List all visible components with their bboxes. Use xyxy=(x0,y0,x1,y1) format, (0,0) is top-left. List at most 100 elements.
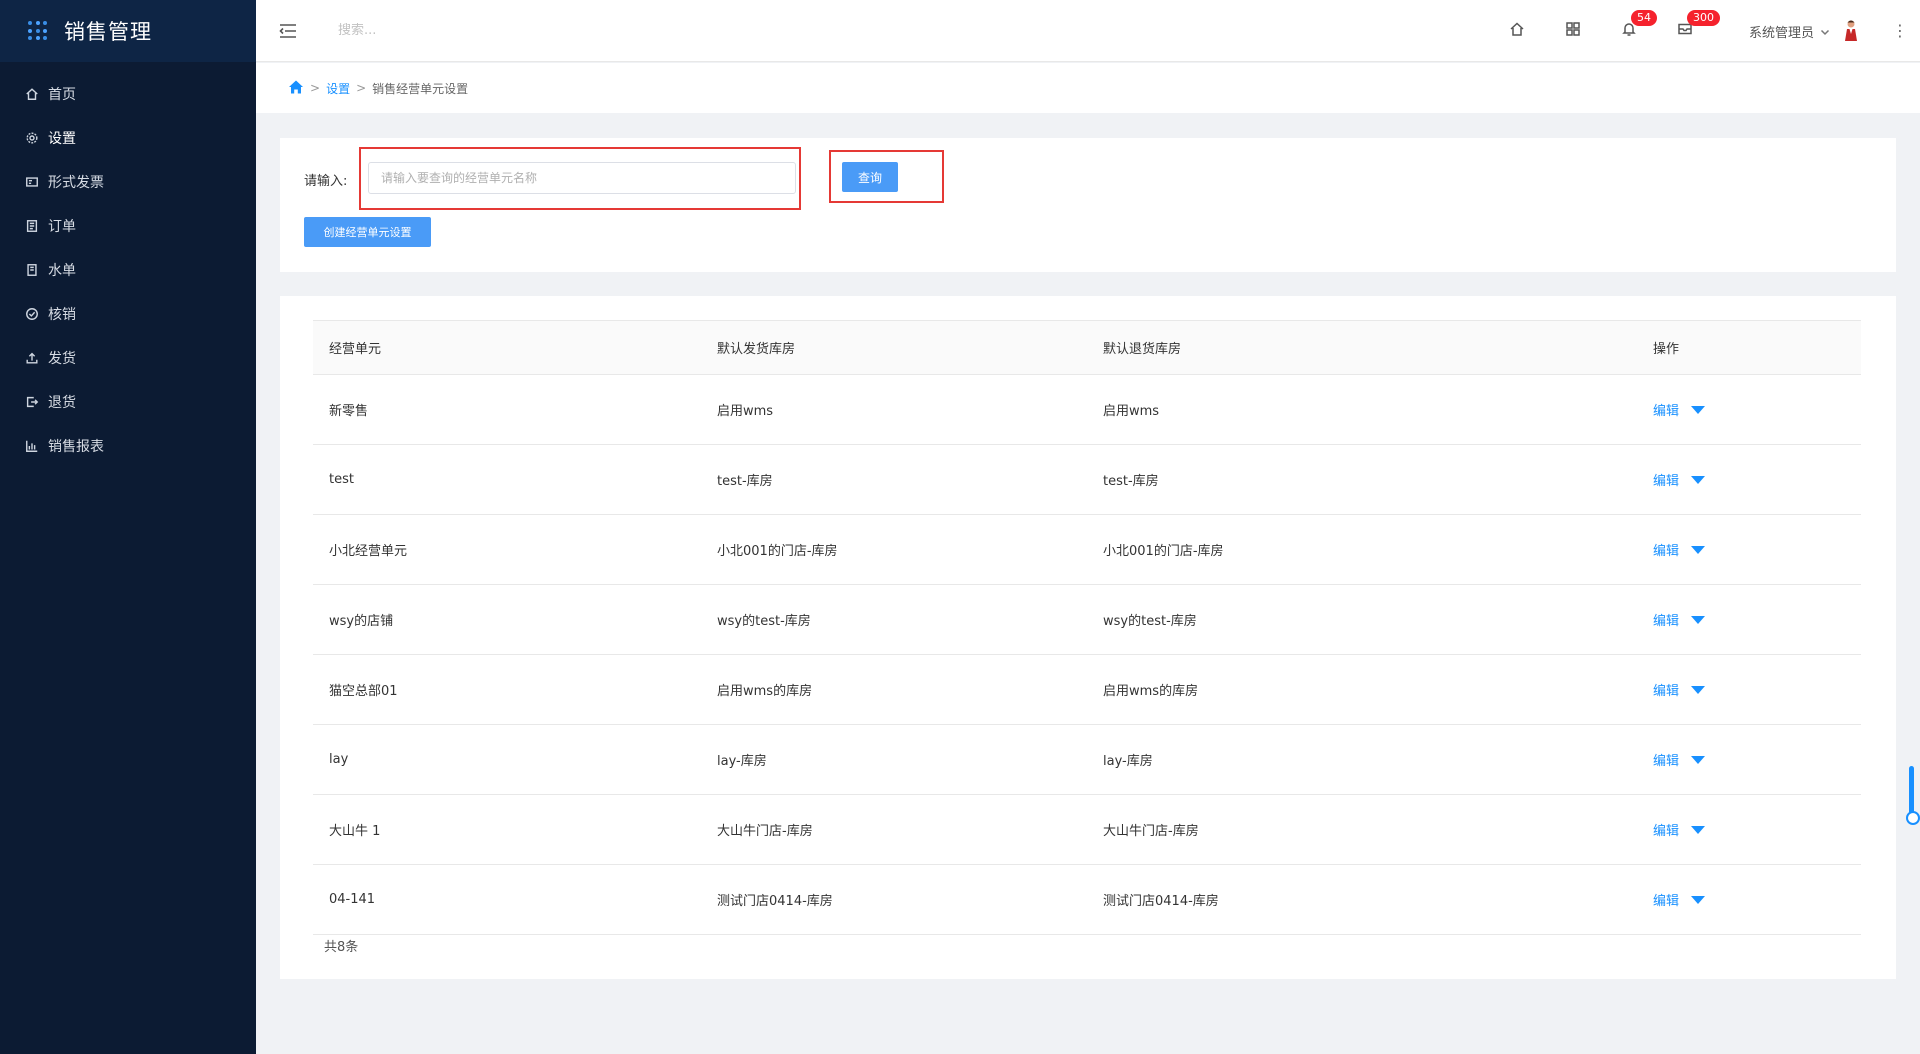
upload-icon xyxy=(24,350,40,366)
cell-ship-warehouse: 启用wms xyxy=(717,404,774,419)
edit-link[interactable]: 编辑 xyxy=(1653,540,1679,559)
notifications-button[interactable]: 54 xyxy=(1601,0,1657,62)
app-title: 销售管理 xyxy=(64,20,152,44)
edit-link[interactable]: 编辑 xyxy=(1653,400,1679,419)
header-default-return-warehouse: 默认退货库房 xyxy=(1087,320,1637,375)
cell-return-warehouse: test-库房 xyxy=(1103,474,1159,489)
sidebar-item-proforma-invoice[interactable]: 形式发票 xyxy=(0,160,256,204)
cell-business-unit: lay xyxy=(329,752,349,767)
cell-return-warehouse: 大山牛门店-库房 xyxy=(1103,824,1199,839)
edit-link[interactable]: 编辑 xyxy=(1653,890,1679,909)
home-icon xyxy=(24,86,40,102)
cell-actions: 编辑 xyxy=(1637,865,1861,935)
caret-down-icon[interactable] xyxy=(1691,755,1706,764)
receipt-icon xyxy=(24,262,40,278)
table-row: 04-141 测试门店0414-库房 测试门店0414-库房 编辑 xyxy=(313,865,1861,935)
cell-ship-warehouse: 小北001的门店-库房 xyxy=(717,544,838,559)
sidebar-item-returns[interactable]: 退货 xyxy=(0,380,256,424)
topbar: 54 300 系统管理员 ⋮ xyxy=(256,0,1920,62)
search-input[interactable] xyxy=(338,23,638,38)
home-shortcut-button[interactable] xyxy=(1489,0,1545,62)
sidebar-item-label: 退货 xyxy=(48,395,76,411)
cell-actions: 编辑 xyxy=(1637,795,1861,865)
cell-return-warehouse: 小北001的门店-库房 xyxy=(1103,544,1224,559)
grid-icon xyxy=(1565,21,1581,41)
apps-button[interactable] xyxy=(1545,0,1601,62)
search-panel: 请输入: 查询 创建经营单元设置 xyxy=(280,138,1896,272)
breadcrumb-separator: > xyxy=(356,81,367,95)
breadcrumb-link-settings[interactable]: 设置 xyxy=(326,80,350,97)
caret-down-icon[interactable] xyxy=(1691,895,1706,904)
table-row: 小北经营单元 小北001的门店-库房 小北001的门店-库房 编辑 xyxy=(313,515,1861,585)
breadcrumb: > 设置 > 销售经营单元设置 xyxy=(256,63,1920,113)
sidebar-item-label: 水单 xyxy=(48,263,76,279)
edit-link[interactable]: 编辑 xyxy=(1653,820,1679,839)
create-business-unit-button[interactable]: 创建经营单元设置 xyxy=(304,217,431,247)
sidebar-item-receipts[interactable]: 水单 xyxy=(0,248,256,292)
sidebar-item-label: 订单 xyxy=(48,219,76,235)
caret-down-icon[interactable] xyxy=(1691,475,1706,484)
messages-badge: 300 xyxy=(1686,10,1720,26)
search-label: 请输入: xyxy=(304,174,348,189)
sidebar-header: 销售管理 xyxy=(0,0,256,62)
messages-button[interactable]: 300 xyxy=(1657,0,1720,62)
user-name: 系统管理员 xyxy=(1748,25,1814,41)
caret-down-icon[interactable] xyxy=(1691,685,1706,694)
avatar xyxy=(1842,19,1860,43)
edit-link[interactable]: 编辑 xyxy=(1653,610,1679,629)
caret-down-icon[interactable] xyxy=(1691,615,1706,624)
business-unit-search-input[interactable] xyxy=(368,162,796,194)
table-row: test test-库房 test-库房 编辑 xyxy=(313,445,1861,515)
more-vertical-icon: ⋮ xyxy=(1892,21,1908,40)
cell-ship-warehouse: 启用wms的库房 xyxy=(717,684,813,699)
business-unit-table: 经营单元 默认发货库房 默认退货库房 操作 新零售 启用wms 启用wms 编辑… xyxy=(313,320,1861,935)
table-row: 猫空总部01 启用wms的库房 启用wms的库房 编辑 xyxy=(313,655,1861,725)
sidebar-item-writeoff[interactable]: 核销 xyxy=(0,292,256,336)
caret-down-icon[interactable] xyxy=(1691,405,1706,414)
cell-return-warehouse: 启用wms的库房 xyxy=(1103,684,1199,699)
cell-business-unit: 新零售 xyxy=(329,404,369,419)
check-circle-icon xyxy=(24,306,40,322)
header-default-ship-warehouse: 默认发货库房 xyxy=(701,320,1087,375)
sidebar-item-label: 核销 xyxy=(48,307,76,323)
app-grid-icon xyxy=(28,21,48,41)
sidebar-item-sales-report[interactable]: 销售报表 xyxy=(0,424,256,468)
cell-actions: 编辑 xyxy=(1637,445,1861,515)
table-header-row: 经营单元 默认发货库房 默认退货库房 操作 xyxy=(313,320,1861,375)
query-button[interactable]: 查询 xyxy=(842,162,898,192)
sidebar-nav: 首页 设置 形式发票 订单 水单 核销 发货 退货 销售报表 xyxy=(0,72,256,468)
cell-business-unit: 猫空总部01 xyxy=(329,684,398,699)
topbar-actions: 54 300 系统管理员 ⋮ xyxy=(1489,0,1920,62)
home-icon xyxy=(1509,21,1525,41)
sidebar-item-label: 发货 xyxy=(48,351,76,367)
scroll-indicator[interactable] xyxy=(1906,766,1920,825)
caret-down-icon[interactable] xyxy=(1691,825,1706,834)
menu-toggle-icon[interactable] xyxy=(278,21,298,41)
edit-link[interactable]: 编辑 xyxy=(1653,680,1679,699)
sidebar-item-settings[interactable]: 设置 xyxy=(0,116,256,160)
sidebar-item-orders[interactable]: 订单 xyxy=(0,204,256,248)
table-row: lay lay-库房 lay-库房 编辑 xyxy=(313,725,1861,795)
cell-return-warehouse: lay-库房 xyxy=(1103,754,1153,769)
breadcrumb-current: 销售经营单元设置 xyxy=(372,81,469,96)
order-icon xyxy=(24,218,40,234)
cell-return-warehouse: 测试门店0414-库房 xyxy=(1103,894,1219,909)
user-menu[interactable]: 系统管理员 xyxy=(1749,19,1860,43)
table-total: 共8条 xyxy=(324,940,359,955)
table-row: 新零售 启用wms 启用wms 编辑 xyxy=(313,375,1861,445)
table-row: wsy的店铺 wsy的test-库房 wsy的test-库房 编辑 xyxy=(313,585,1861,655)
more-options-button[interactable]: ⋮ xyxy=(1880,0,1920,62)
edit-link[interactable]: 编辑 xyxy=(1653,750,1679,769)
sidebar-item-shipping[interactable]: 发货 xyxy=(0,336,256,380)
breadcrumb-separator: > xyxy=(310,81,321,95)
cell-ship-warehouse: 测试门店0414-库房 xyxy=(717,894,833,909)
return-icon xyxy=(24,394,40,410)
cell-actions: 编辑 xyxy=(1637,515,1861,585)
caret-down-icon[interactable] xyxy=(1691,545,1706,554)
cell-ship-warehouse: wsy的test-库房 xyxy=(717,614,811,629)
sidebar-item-home[interactable]: 首页 xyxy=(0,72,256,116)
edit-link[interactable]: 编辑 xyxy=(1653,470,1679,489)
cell-business-unit: wsy的店铺 xyxy=(329,614,394,629)
header-actions: 操作 xyxy=(1637,320,1861,375)
home-icon[interactable] xyxy=(288,79,304,98)
